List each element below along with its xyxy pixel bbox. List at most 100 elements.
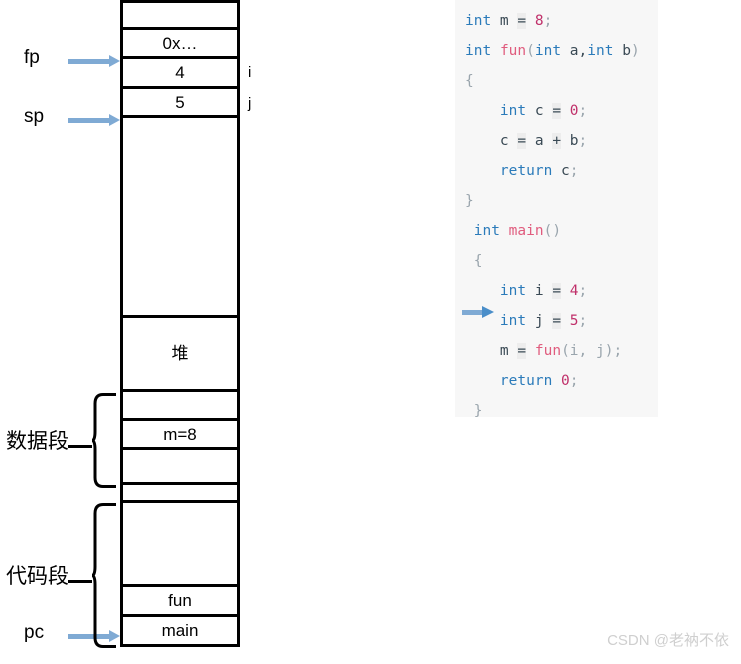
- pointer-label-pc: pc: [24, 622, 45, 643]
- code-token: }: [465, 403, 483, 419]
- code-line: int m = 8;: [455, 6, 658, 36]
- code-line: return c;: [455, 156, 658, 186]
- code-token: int: [587, 43, 614, 59]
- code-line: return 0;: [455, 366, 658, 396]
- code-listing-panel: int m = 8; int fun(int a,int b){ int c = …: [455, 0, 658, 419]
- code-token: =: [552, 103, 562, 119]
- code-token: ;: [578, 103, 588, 119]
- code-token: =: [552, 283, 562, 299]
- code-token: 4: [569, 283, 579, 299]
- memory-cell-label: main: [161, 621, 199, 640]
- code-token: int: [499, 283, 527, 299]
- code-token: =: [517, 13, 527, 29]
- code-token: }: [465, 193, 474, 209]
- code-token: b: [613, 43, 631, 59]
- memory-cell: [120, 450, 240, 485]
- memory-cell-label: m=8: [163, 424, 197, 444]
- segment-brace: [91, 503, 118, 648]
- memory-cell: [120, 485, 240, 503]
- code-line: int i = 4;: [455, 276, 658, 306]
- code-token: {: [465, 73, 474, 89]
- pointer-label-fp: fp: [24, 47, 40, 68]
- code-line: int fun(int a,int b): [455, 36, 658, 66]
- code-token: int: [534, 43, 562, 59]
- pointer-arrow-fp: [68, 55, 120, 67]
- code-token: m: [465, 343, 518, 359]
- segment-label: 数据段: [6, 430, 69, 453]
- code-token: =: [517, 343, 527, 359]
- memory-cell: 堆: [120, 318, 240, 392]
- watermark-text: CSDN @老衲不依: [607, 632, 729, 649]
- code-token: int: [499, 103, 527, 119]
- code-token: (i, j): [561, 343, 614, 359]
- code-token: (: [526, 43, 535, 59]
- memory-cell: 5: [120, 89, 240, 118]
- code-token: +: [552, 133, 562, 149]
- code-line: int main(): [455, 216, 658, 246]
- memory-cell: fun: [120, 587, 240, 617]
- code-token: fun: [499, 43, 527, 59]
- code-token: i: [526, 283, 553, 299]
- code-line: }: [455, 396, 658, 426]
- memory-cell-label: 0x…: [162, 33, 198, 53]
- code-token: =: [552, 313, 562, 329]
- code-token: {: [465, 253, 483, 269]
- code-token: =: [517, 133, 527, 149]
- code-token: main: [508, 223, 544, 239]
- code-token: a,: [561, 43, 588, 59]
- code-token: a: [526, 133, 553, 149]
- memory-cell: 4: [120, 59, 240, 89]
- memory-cell-label: fun: [168, 591, 192, 610]
- memory-cell: [120, 118, 240, 318]
- code-token: 0: [561, 373, 570, 389]
- code-token: j: [526, 313, 553, 329]
- code-token: ;: [613, 343, 623, 359]
- arrow-head: [482, 306, 494, 318]
- code-line: m = fun(i, j);: [455, 336, 658, 366]
- code-token: int: [465, 13, 492, 29]
- code-line: }: [455, 186, 658, 216]
- code-token: return: [499, 163, 553, 179]
- execution-pointer-arrow: [462, 306, 494, 318]
- memory-cell: m=8: [120, 421, 240, 450]
- segment-brace: [91, 393, 118, 488]
- code-token: c: [465, 133, 518, 149]
- memory-cell: main: [120, 617, 240, 647]
- arrow-head: [109, 55, 120, 67]
- code-token: 8: [534, 13, 544, 29]
- code-token: m: [491, 13, 518, 29]
- code-token: 5: [569, 313, 579, 329]
- memory-column: 0x… 4 5 堆 m=8 fun main: [120, 0, 240, 650]
- segment-tick: [68, 580, 92, 583]
- memory-cell: [120, 503, 240, 587]
- pointer-label-sp: sp: [24, 106, 45, 127]
- memory-cell-label: 堆: [171, 344, 189, 363]
- code-token: 0: [569, 103, 579, 119]
- arrow-shaft: [68, 118, 110, 123]
- arrow-head: [109, 114, 120, 126]
- code-token: ): [630, 43, 640, 59]
- code-token: int: [473, 223, 500, 239]
- stack-variable-label: j: [248, 95, 252, 112]
- code-line: c = a + b;: [455, 126, 658, 156]
- code-token: ;: [569, 163, 579, 179]
- memory-cell: [120, 392, 240, 421]
- code-token: c: [552, 163, 570, 179]
- memory-cell-label: 5: [175, 92, 185, 112]
- memory-cell-label: 4: [175, 63, 185, 82]
- code-token: ;: [578, 313, 588, 329]
- code-line: {: [455, 246, 658, 276]
- arrow-shaft: [462, 310, 484, 315]
- code-token: int: [465, 43, 492, 59]
- code-token: (): [543, 223, 562, 239]
